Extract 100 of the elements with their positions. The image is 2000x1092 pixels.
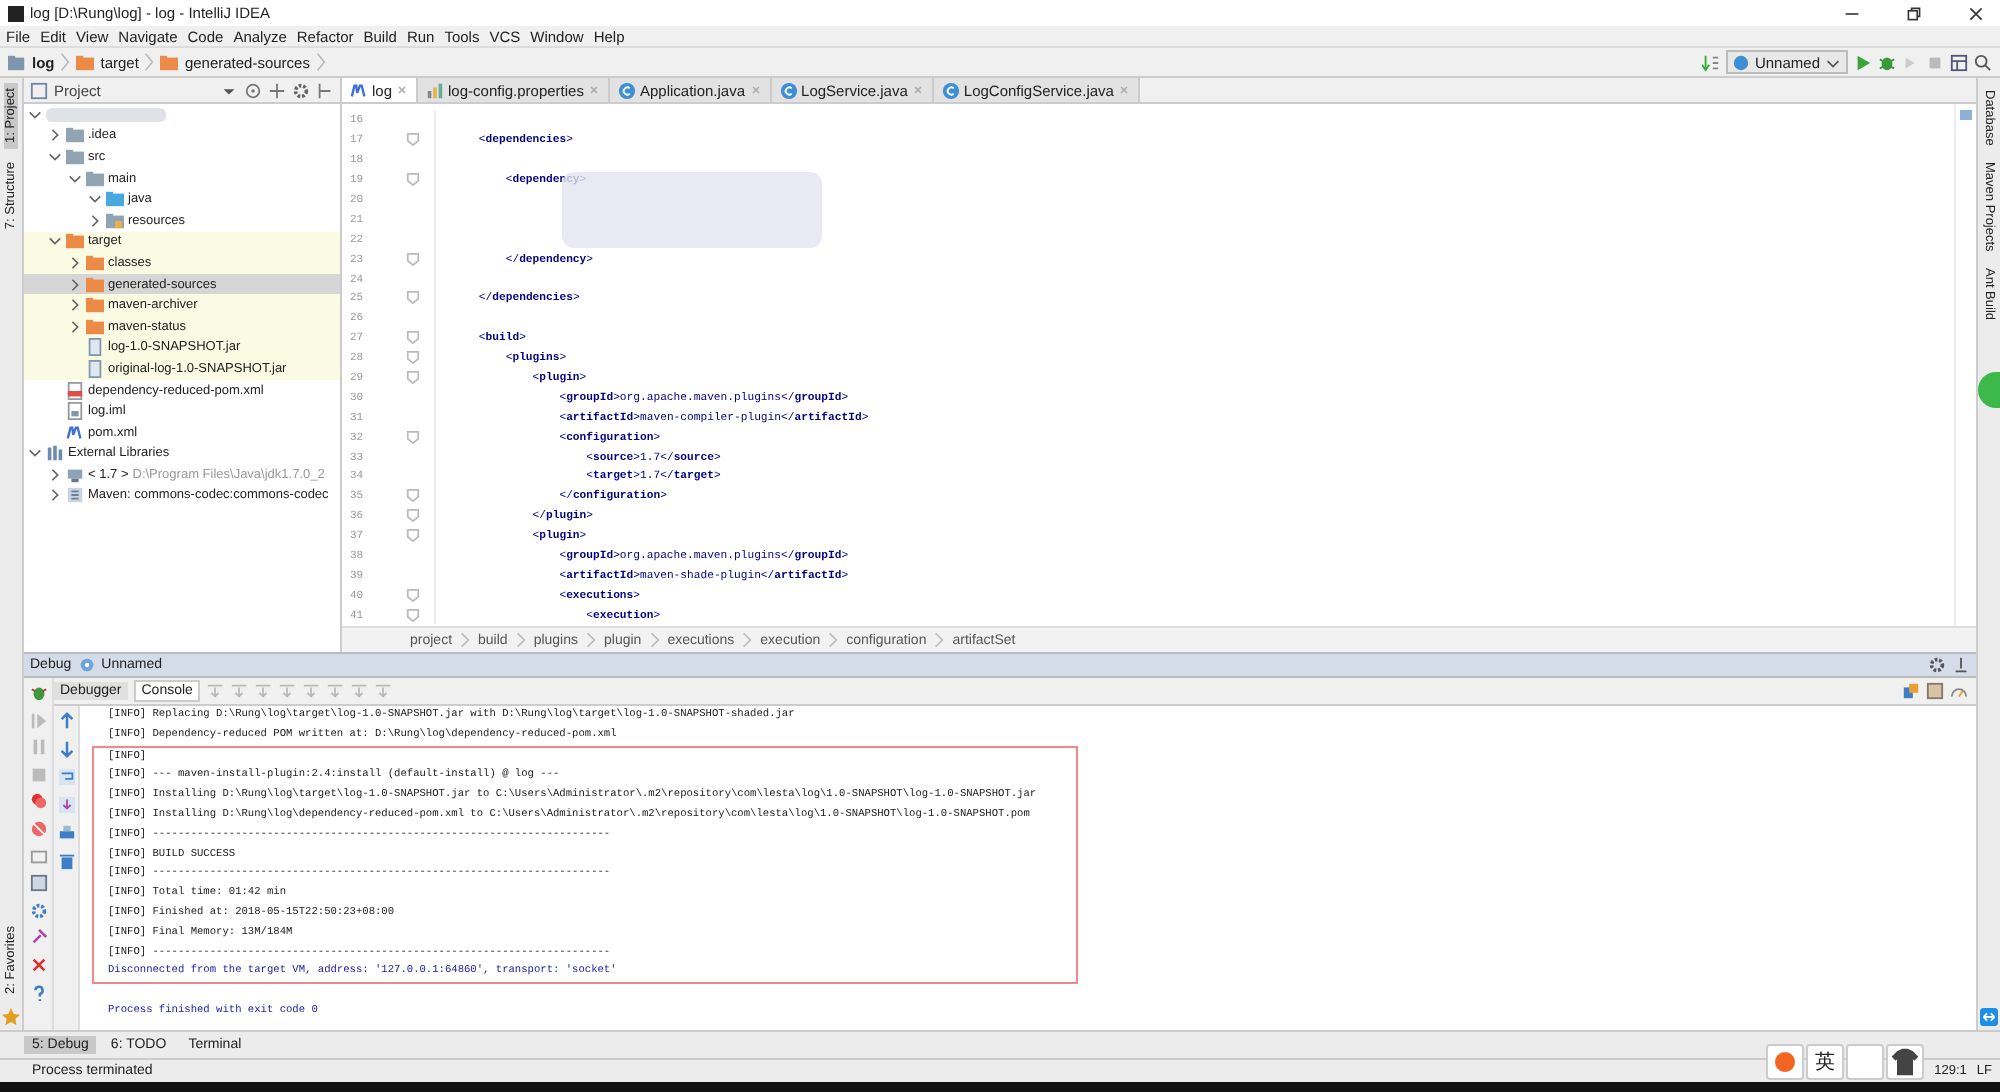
library-icon [66,486,84,505]
restore-layout-icon[interactable] [1902,682,1920,700]
chevron-icon [649,630,660,650]
memory-icon[interactable] [1926,682,1944,700]
settings-icon[interactable] [1928,656,1946,674]
build-icon[interactable] [1702,53,1721,71]
frame-icon[interactable] [29,847,47,866]
libraries-icon [46,444,64,463]
fold-marker-icon[interactable] [405,508,419,523]
chevron-icon[interactable] [48,488,62,503]
app-icon [8,5,24,21]
scroll-to-end-icon[interactable] [57,796,75,814]
blurred-label [46,107,166,122]
class-icon [941,81,960,99]
chevron-icon[interactable] [88,213,102,228]
gauge-icon[interactable] [1950,682,1968,700]
folder-icon [86,317,104,336]
fold-marker-icon[interactable] [405,528,419,543]
chevron-icon[interactable] [68,298,82,313]
chevron-icon [144,52,155,72]
breakpoints-icon[interactable] [29,792,47,811]
down-arrow-icon[interactable] [57,740,75,758]
star-icon [2,1008,20,1026]
hide-icon[interactable] [316,81,334,99]
class-icon [779,81,798,99]
chevron-icon[interactable] [48,467,62,482]
fold-marker-icon[interactable] [405,587,419,602]
chevron-icon [460,630,471,650]
folder-icon [106,211,124,230]
assistant-icon[interactable] [1978,371,2000,408]
search-icon[interactable] [1974,53,1992,71]
folder-icon [106,190,124,209]
chevron-icon [586,630,596,650]
gear-icon [77,656,96,674]
window-icon [30,81,48,99]
fold-marker-icon[interactable] [405,370,419,385]
fold-marker-icon[interactable] [405,172,419,187]
fold-marker-icon[interactable] [405,132,419,147]
fold-marker-icon[interactable] [405,429,419,444]
chevron-icon [60,52,71,72]
module-icon [8,53,26,71]
chevron-icon[interactable] [88,192,102,207]
chevron-icon [315,52,326,72]
soft-wrap-icon[interactable] [57,768,75,786]
folder-icon [86,253,104,272]
chevron-icon[interactable] [68,319,82,334]
chevron-icon[interactable] [48,234,62,249]
maven-icon [66,423,84,442]
chevron-icon [828,630,839,650]
folder-icon [66,126,84,145]
input-method-logo[interactable] [1766,1044,1804,1080]
folder-icon [86,169,104,188]
chevron-icon[interactable] [28,446,42,461]
fold-marker-icon[interactable] [405,251,419,266]
chevron-icon[interactable] [28,107,42,122]
gear-icon [1732,53,1751,71]
chevron-icon[interactable] [68,255,82,270]
bug-icon[interactable] [29,684,47,702]
trash-icon[interactable] [57,852,75,870]
chevron-icon[interactable] [68,171,82,186]
collapse-icon[interactable] [268,81,286,99]
fold-marker-icon[interactable] [405,488,419,503]
chevron-icon [934,630,945,650]
target-icon[interactable] [244,81,262,99]
language-toggle[interactable]: 英 [1806,1044,1844,1080]
xml-file-icon [66,381,84,400]
restore-icon[interactable] [1906,5,1922,21]
fold-marker-icon[interactable] [405,330,419,345]
folder-icon [66,232,84,251]
run-icon[interactable] [1854,53,1872,71]
gear-icon[interactable] [29,901,47,920]
chevron-icon[interactable] [68,277,82,292]
sdk-icon [66,465,84,484]
project-structure-icon[interactable] [1950,53,1968,71]
settings-icon[interactable] [292,81,310,99]
print-icon[interactable] [57,824,75,842]
folder-icon [76,53,95,71]
status-marker-icon [1960,110,1972,120]
fold-marker-icon[interactable] [405,607,419,622]
properties-file-icon [426,81,445,99]
pin-icon[interactable] [29,928,47,947]
remote-control-icon[interactable] [1980,1008,1998,1026]
help-icon[interactable] [29,983,47,1002]
mute-breakpoints-icon[interactable] [29,819,47,838]
folder-icon [66,147,84,166]
maven-icon [350,81,368,99]
folder-icon [160,53,179,71]
folder-icon [86,275,104,294]
fold-marker-icon[interactable] [405,350,419,365]
fold-marker-icon[interactable] [405,290,419,305]
hide-icon[interactable] [1952,656,1970,674]
close-icon[interactable] [1968,5,1984,21]
debug-icon[interactable] [1878,53,1896,71]
chevron-icon[interactable] [48,149,62,164]
chevron-icon [742,630,753,650]
shirt-icon[interactable] [1886,1044,1924,1080]
folder-icon [86,296,104,315]
chevron-icon[interactable] [48,128,62,143]
up-arrow-icon[interactable] [57,712,75,730]
layout-icon[interactable] [29,874,47,893]
